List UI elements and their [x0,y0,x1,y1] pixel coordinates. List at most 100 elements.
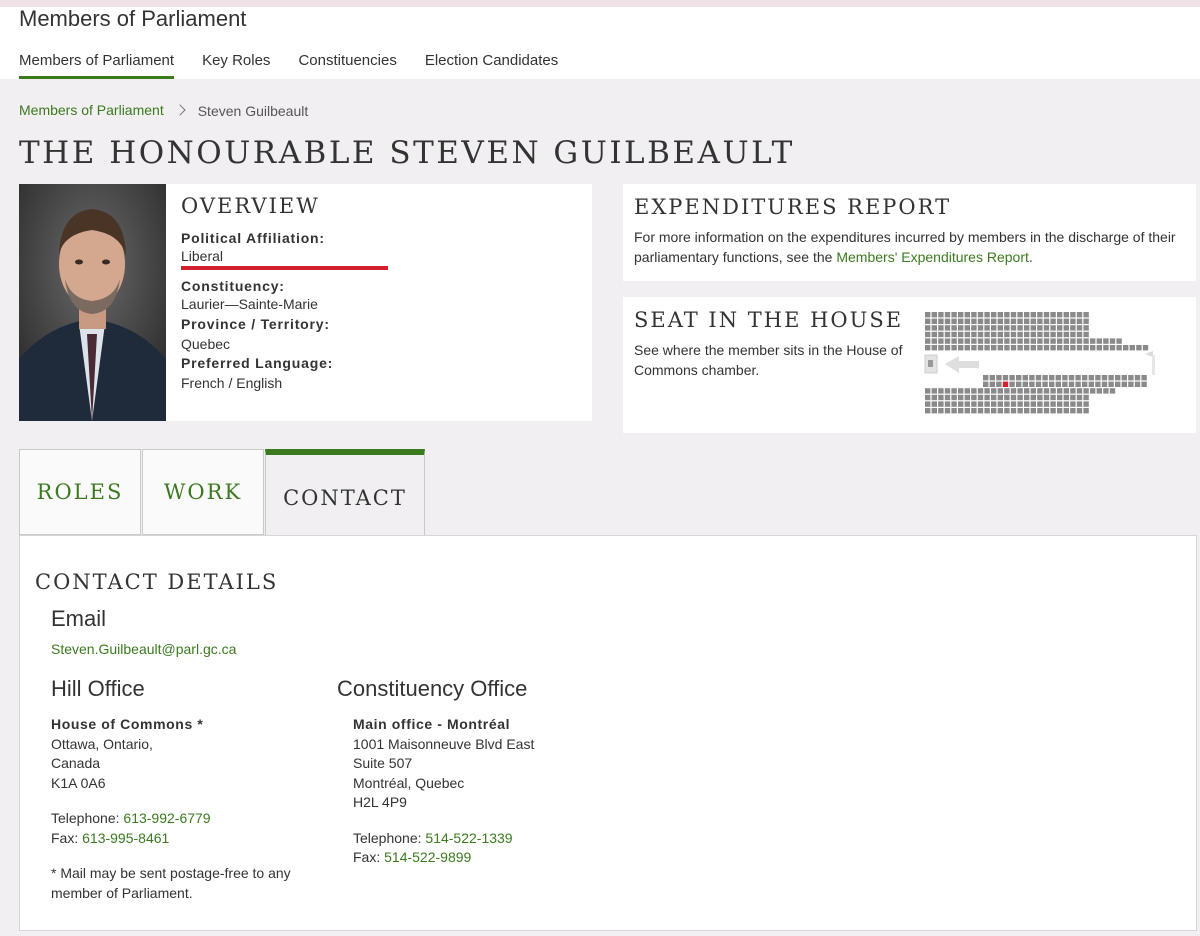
constituency-fax: Fax: 514-522-9899 [353,848,637,868]
seat [1024,345,1030,351]
seat [1024,312,1030,318]
seat [938,408,944,414]
seat [1024,338,1030,344]
seat [984,401,990,407]
seat [951,394,957,401]
seat [958,331,964,338]
seat [925,388,931,394]
seat [944,345,951,351]
seat [1121,375,1127,381]
tab-roles[interactable]: ROLES [19,449,141,535]
seat [1030,408,1036,414]
seat [1002,375,1009,381]
site-header: Members of Parliament Members of Parliam… [0,0,1200,79]
seat [1004,325,1010,331]
constituency-label: Constituency: [181,278,285,294]
seat [996,381,1002,387]
seat [1057,345,1063,351]
constituency-telephone-link[interactable]: 514-522-1339 [425,830,512,846]
arrow-left-icon [945,356,979,373]
expenditures-text-end: . [1028,249,1033,265]
seat [971,394,977,401]
nav-constituencies[interactable]: Constituencies [298,51,396,79]
nav-members-of-parliament[interactable]: Members of Parliament [19,51,175,79]
seat [971,345,977,351]
seat [997,338,1003,344]
bar-of-house-icon [1152,355,1155,375]
seat [944,318,951,324]
seat [971,338,977,344]
seat [1043,318,1050,324]
seat [925,312,931,318]
seat [931,401,937,407]
seat [1010,394,1017,401]
seat-card: SEAT IN THE HOUSE See where the member s… [623,297,1196,433]
seat [1088,375,1094,381]
seat [1088,381,1094,387]
seat [1017,401,1023,407]
breadcrumb-members-link[interactable]: Members of Parliament [19,102,164,118]
tab-contact[interactable]: CONTACT [265,449,425,535]
seat [1010,318,1017,324]
seat [951,408,957,414]
nav-key-roles[interactable]: Key Roles [202,51,270,79]
seat [951,345,957,351]
seat [938,325,944,331]
seat [1129,345,1135,351]
seat [1010,345,1017,351]
seat [1017,408,1023,414]
seat [991,401,997,407]
seat [984,394,990,401]
constituency-fax-link[interactable]: 514-522-9899 [384,849,471,865]
seat [1022,375,1028,381]
hill-fax-link[interactable]: 613-995-8461 [82,830,169,846]
hill-address-line: Ottawa, Ontario, [51,735,153,752]
seat [958,325,964,331]
seat [964,401,970,407]
seat [1115,375,1121,381]
member-seat [1002,381,1009,387]
overview-body: OVERVIEW Political Affiliation: Liberal … [181,194,581,392]
expenditures-report-link[interactable]: Members' Expenditures Report [836,249,1029,265]
seat [997,408,1003,414]
seat [958,312,964,318]
seat [938,312,944,318]
seat [944,331,951,338]
seat [964,388,970,394]
seat [1042,375,1048,381]
seat [1115,381,1121,387]
seat-map[interactable] [923,311,1158,421]
seat [1068,375,1075,381]
email-link[interactable]: Steven.Guilbeault@parl.gc.ca [51,641,236,657]
seat [1050,394,1056,401]
lower-seat-block [925,375,1147,414]
seat [984,408,990,414]
nav-election-candidates[interactable]: Election Candidates [425,51,558,79]
seat [1076,331,1083,338]
seat [1029,375,1035,381]
seat [1010,312,1017,318]
hill-telephone-link[interactable]: 613-992-6779 [123,810,210,826]
seat [971,312,977,318]
seat [991,325,997,331]
seat [1017,325,1023,331]
seat [1062,375,1068,381]
seat [977,318,984,324]
seat [925,345,931,351]
tab-work[interactable]: WORK [142,449,264,535]
site-title[interactable]: Members of Parliament [19,7,246,31]
seat [1083,325,1089,331]
seat [1109,345,1116,351]
seat [971,388,977,394]
upper-seat-block [925,312,1149,351]
seat [958,338,964,344]
seat [1076,318,1083,324]
seat [1070,338,1076,344]
seat [1010,408,1017,414]
seat [958,394,964,401]
seat [938,394,944,401]
seat [1141,381,1147,387]
constituency-link[interactable]: Laurier—Sainte-Marie [181,295,581,313]
